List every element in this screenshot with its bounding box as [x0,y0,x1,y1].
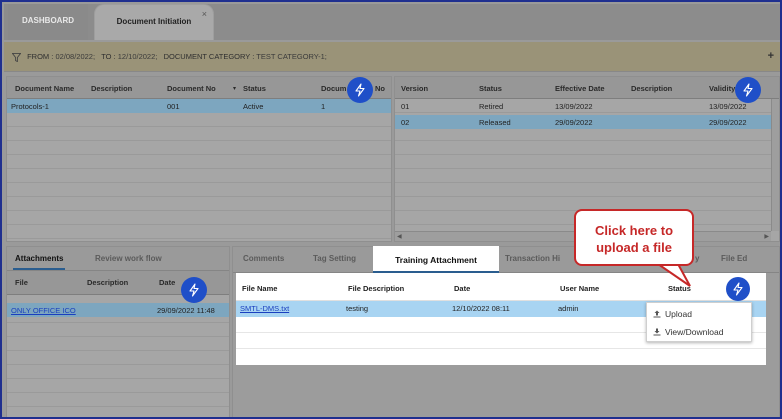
sort-caret-icon[interactable]: ▾ [233,85,236,92]
col-description[interactable]: Description [91,84,132,93]
cell-date: 12/10/2022 08:11 [452,304,510,313]
col-status[interactable]: Status [243,84,266,93]
detail-tabs: Comments Tag Setting Transaction Hi y Fi… [233,247,779,273]
filter-category-value: TEST CATEGORY-1; [256,52,327,61]
app-window: DASHBOARD Document Initiation × FROM : 0… [0,0,782,419]
filter-to-label: TO : [101,52,116,61]
tab-training-attachment-label: Training Attachment [395,255,477,265]
attachment-file-link[interactable]: ONLY OFFICE ICO [11,306,76,315]
tab-comments[interactable]: Comments [243,254,284,263]
tab-dashboard[interactable]: DASHBOARD [8,4,88,40]
menu-item-view-download[interactable]: View/Download [647,323,751,341]
table-row[interactable]: ONLY OFFICE ICO 29/09/2022 11:48 [7,303,229,317]
tab-file-edit[interactable]: File Ed [721,254,747,263]
tab-document-initiation-label: Document Initiation [116,17,192,26]
table-row[interactable]: 01 Retired 13/09/2022 13/09/2022 [395,99,779,113]
attachments-tabs: Attachments Review work flow [7,247,229,271]
tab-transaction-history[interactable]: Transaction Hi [505,254,560,263]
documents-grid: Document Name Description Document No ▾ … [6,76,392,242]
filter-category-label: DOCUMENT CATEGORY : [163,52,255,61]
col-description[interactable]: Description [87,278,128,287]
top-tab-bar: DASHBOARD Document Initiation × [4,4,780,40]
scroll-right-icon[interactable]: ▶ [764,233,769,240]
tab-hidden[interactable]: y [695,254,699,263]
attachments-panel: Attachments Review work flow File Descri… [6,246,230,417]
table-row[interactable]: 02 Released 29/09/2022 29/09/2022 [395,115,779,129]
col-file-name[interactable]: File Name [242,284,277,293]
col-version-no[interactable]: No [375,84,385,93]
training-file-link[interactable]: SMTL-DMS.txt [240,304,289,313]
upload-icon [653,310,661,318]
col-date[interactable]: Date [159,278,175,287]
close-icon[interactable]: × [202,2,207,31]
tab-review-work-flow[interactable]: Review work flow [95,254,162,263]
callout-line-1: Click here to [594,223,674,238]
action-menu: Upload View/Download [646,302,752,342]
col-effective-date[interactable]: Effective Date [555,84,605,93]
callout-line-2: upload a file [596,240,672,255]
filter-to-value: 12/10/2022; [117,52,158,61]
col-description[interactable]: Description [631,84,672,93]
col-file[interactable]: File [15,278,28,287]
scroll-left-icon[interactable]: ◀ [397,233,402,240]
filter-from-value: 02/08/2022; [55,52,96,61]
menu-view-download-label: View/Download [665,327,724,337]
cell-validity: 13/09/2022 [709,102,747,111]
vertical-scrollbar[interactable] [771,99,779,231]
cell-user-name: admin [558,304,579,313]
cell-version: 01 [401,102,410,111]
tab-tag-setting[interactable]: Tag Setting [313,254,356,263]
table-row[interactable]: Protocols-1 001 Active 1 [7,99,391,113]
col-version[interactable]: Docum [321,84,346,93]
col-document-no[interactable]: Document No [167,84,216,93]
cell-document-name: Protocols-1 [11,102,49,111]
cell-effective-date: 29/09/2022 [555,118,593,127]
cell-status: Retired [479,102,504,111]
cell-version: 1 [321,102,326,111]
cell-status: Active [243,102,264,111]
cell-status: Released [479,118,511,127]
col-file-description[interactable]: File Description [348,284,404,293]
lightning-icon[interactable] [181,277,207,303]
col-version[interactable]: Version [401,84,428,93]
cell-file-description: testing [346,304,369,313]
col-user-name[interactable]: User Name [560,284,599,293]
expand-filter-icon[interactable]: + [768,50,774,62]
help-callout: Click here to upload a file [574,209,694,266]
tab-document-initiation[interactable]: Document Initiation × [94,4,214,40]
cell-date: 29/09/2022 11:48 [157,306,215,315]
lightning-icon[interactable] [347,77,373,103]
cell-document-no: 001 [167,102,180,111]
tab-training-attachment[interactable]: Training Attachment [373,246,499,273]
menu-item-upload[interactable]: Upload [647,305,751,323]
cell-effective-date: 13/09/2022 [555,102,593,111]
col-validity[interactable]: Validity [709,84,735,93]
cell-version: 02 [401,118,410,127]
menu-upload-label: Upload [665,309,692,319]
col-date[interactable]: Date [454,284,470,293]
download-icon [653,328,661,336]
col-status[interactable]: Status [479,84,502,93]
col-status[interactable]: Status [668,284,691,293]
filter-from-label: FROM : [27,52,54,61]
filter-icon[interactable] [12,52,21,62]
lightning-icon[interactable] [735,77,761,103]
versions-header: Version Status Effective Date Descriptio… [395,77,779,99]
lightning-icon[interactable] [726,277,750,301]
documents-header: Document Name Description Document No ▾ … [7,77,391,99]
tab-attachments[interactable]: Attachments [12,254,66,270]
col-document-name[interactable]: Document Name [15,84,74,93]
filter-bar: FROM : 02/08/2022; TO : 12/10/2022; DOCU… [4,42,780,72]
cell-validity: 29/09/2022 [709,118,747,127]
training-header: File Name File Description Date User Nam… [236,273,766,301]
